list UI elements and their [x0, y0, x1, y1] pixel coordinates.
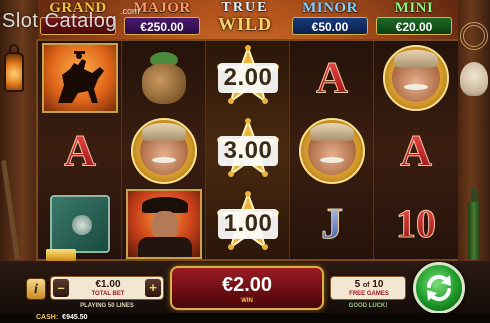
bet-selector: – €1.00 TOTAL BET +	[50, 276, 164, 300]
logo-line-2: WILD	[217, 14, 272, 34]
cowboy-hat	[142, 122, 186, 141]
sheriff-star-icon: 2.00	[215, 44, 281, 111]
win-display: €2.00 WIN	[170, 266, 324, 310]
cowboy-hat	[310, 122, 354, 141]
letter-a-text: A	[316, 52, 349, 102]
symbol-letter-a: A	[374, 114, 458, 187]
logo-line-1: TRUE	[221, 0, 269, 15]
cowboy-mustache	[320, 156, 344, 163]
reel-1: A	[38, 41, 122, 261]
win-value: €2.00	[221, 274, 273, 296]
cowboy-face	[140, 122, 188, 175]
letter-a-text: A	[400, 125, 433, 175]
info-button[interactable]: i	[26, 278, 46, 300]
symbol-outlaw	[122, 187, 206, 260]
sheriff-star-icon: 1.00	[215, 190, 281, 257]
cash-value: €945.50	[62, 314, 88, 321]
free-games-current: 5	[354, 279, 361, 290]
safe-dial	[72, 214, 92, 235]
jackpot-minor: MINOR €50.00	[288, 0, 372, 38]
cowboy-hat	[394, 49, 438, 68]
spin-arrows-icon	[427, 274, 451, 302]
symbol-wild-multiplier: 2.00	[206, 41, 290, 114]
symbol-number-10: 10	[374, 187, 458, 260]
reel-4: A J	[290, 41, 374, 259]
free-games-label: FREE GAMES	[349, 291, 389, 297]
cowboy-mustache	[152, 156, 176, 163]
reel-2	[122, 41, 206, 259]
cowboy-badge-icon	[299, 117, 365, 184]
total-bet-value: €1.00	[95, 279, 121, 290]
gold-bars-icon	[46, 248, 76, 261]
watermark-text: Slot Catalog	[2, 10, 117, 32]
jackpot-mini-value: €20.00	[376, 17, 452, 35]
jackpot-major-value: €250.00	[124, 17, 200, 35]
symbol-cowboy-badge	[290, 114, 374, 187]
symbol-letter-a: A	[38, 114, 122, 187]
sheriff-star-icon: 3.00	[215, 117, 281, 184]
letter-j-text: J	[321, 198, 344, 248]
game-logo: TRUE WILD	[204, 0, 286, 40]
symbol-letter-j: J	[290, 187, 374, 260]
symbol-money-bag	[122, 41, 206, 114]
letter-a-text: A	[64, 125, 97, 175]
free-games-total: 10	[372, 279, 384, 290]
cow-skull-icon	[460, 62, 488, 96]
money-bag-icon	[138, 50, 190, 106]
rope-icon	[460, 22, 488, 50]
good-luck-text: GOOD LUCK!	[348, 303, 388, 309]
outlaw-body	[138, 236, 192, 257]
jackpot-mini: MINI €20.00	[372, 0, 456, 38]
symbol-wild-multiplier: 3.00	[206, 114, 290, 187]
left-wood-post	[0, 0, 38, 270]
bet-decrease-button[interactable]: –	[53, 279, 69, 297]
symbol-wild-multiplier: 1.00	[206, 187, 290, 260]
wild-multiplier-value: 3.00	[217, 135, 279, 166]
lines-info: PLAYING 50 LINES	[80, 303, 134, 309]
jackpot-minor-value: €50.00	[292, 17, 368, 35]
wild-multiplier-value: 1.00	[217, 208, 279, 239]
win-label: WIN	[241, 298, 253, 304]
free-games-of: of	[362, 282, 370, 289]
wild-multiplier-value: 2.00	[217, 62, 279, 93]
symbol-horse-rider	[38, 41, 122, 114]
reel-5: A 10	[374, 41, 458, 259]
reel-grid: A 2.00 3.00 1.00 A J A 10	[36, 39, 458, 261]
symbol-cowboy-badge	[122, 114, 206, 187]
watermark-com: .com	[120, 6, 140, 16]
reel-3-wild: 2.00 3.00 1.00	[206, 41, 290, 259]
bag-body	[142, 63, 186, 104]
jackpot-mini-title: MINI	[394, 0, 434, 16]
horse-rider-icon	[42, 42, 118, 113]
bottle-icon	[468, 188, 480, 260]
bet-increase-button[interactable]: +	[145, 279, 161, 297]
spin-button[interactable]	[413, 262, 465, 314]
symbol-cowboy-badge	[374, 41, 458, 114]
lantern-icon	[4, 52, 24, 92]
total-bet-label: TOTAL BET	[91, 291, 125, 297]
cash-label: CASH:	[36, 314, 59, 321]
cowboy-badge-icon	[383, 44, 449, 111]
cowboy-face	[308, 122, 356, 175]
safe-icon	[46, 194, 110, 261]
free-games-counter: 5 of 10 FREE GAMES	[330, 276, 406, 300]
jackpot-minor-title: MINOR	[302, 0, 358, 16]
cowboy-mustache	[404, 83, 428, 90]
cowboy-badge-icon	[131, 117, 197, 184]
outlaw-icon	[126, 188, 202, 259]
cowboy-face	[392, 49, 440, 102]
number-10-text: 10	[396, 200, 437, 246]
cash-display: CASH: €945.50	[36, 314, 87, 322]
symbol-safe	[38, 187, 122, 261]
symbol-letter-a: A	[290, 41, 374, 114]
